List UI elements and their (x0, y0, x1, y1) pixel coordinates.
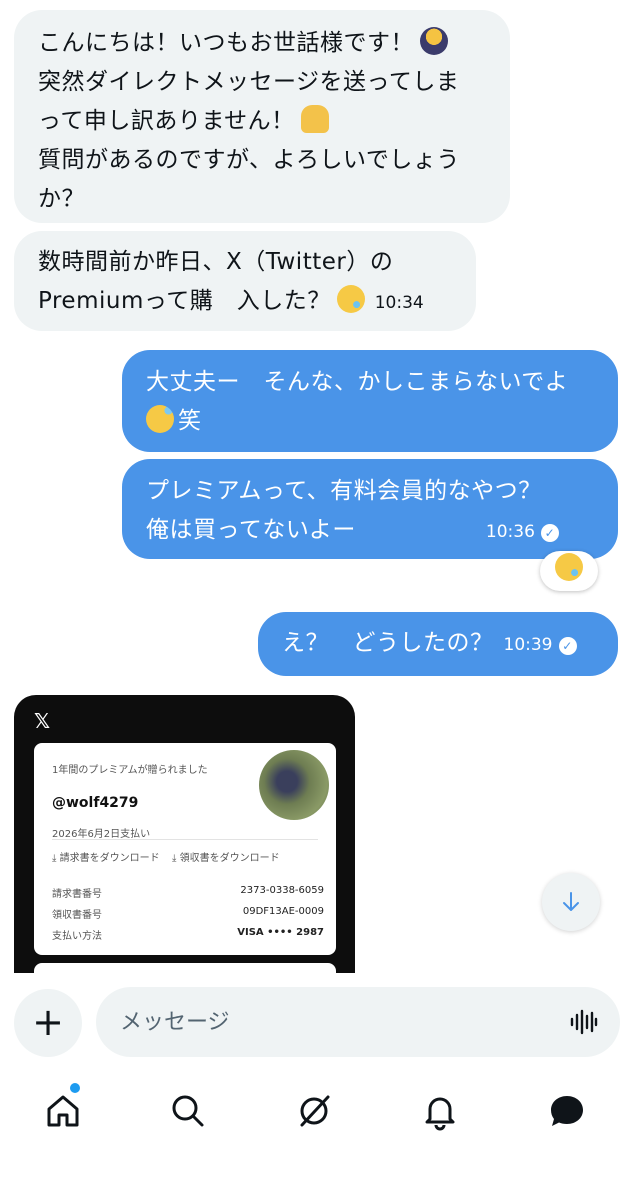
sent-message-bubble[interactable]: 大丈夫ー そんな、かしこまらないでよ 笑 (122, 350, 618, 452)
folded-hands-emoji-icon (300, 105, 329, 133)
message-timestamp: 10:34 (374, 293, 424, 313)
notifications-icon[interactable] (418, 1089, 462, 1133)
download-icon: ⤓ (52, 853, 60, 864)
row-label: 請求書番号 (52, 889, 102, 900)
message-text: 突然ダイレクトメッセージを送ってしま (38, 69, 460, 95)
scroll-to-bottom-button[interactable] (542, 873, 600, 931)
message-text: 笑 (178, 408, 202, 434)
search-icon[interactable] (166, 1089, 210, 1133)
row-value: VISA •••• 2987 (237, 927, 324, 938)
message-text: え？ どうしたの？ (282, 630, 494, 656)
received-message-bubble[interactable]: こんにちは！いつもお世話様です！ 突然ダイレクトメッセージを送ってしま って申し… (14, 10, 510, 223)
read-receipt-icon: ✓ (558, 637, 577, 655)
bowing-person-emoji-icon (420, 27, 448, 55)
row-value: 2373-0338-6059 (240, 885, 324, 896)
message-text: こんにちは！いつもお世話様です！ (38, 30, 414, 56)
new-activity-dot (70, 1083, 80, 1093)
read-receipt-icon: ✓ (540, 524, 559, 542)
row-label: 領収書番号 (52, 910, 102, 921)
message-text: Premiumって購 入した？ (38, 288, 331, 314)
message-text: って申し訳ありません！ (38, 108, 295, 134)
crying-face-emoji-icon (336, 285, 365, 313)
row-label: 支払い方法 (52, 931, 102, 942)
sent-message-bubble[interactable]: え？ どうしたの？ 10:39 ✓ (258, 612, 618, 676)
message-input[interactable] (96, 987, 620, 1057)
gift-text: 1年間のプレミアムが贈られました (52, 765, 208, 776)
add-attachment-button[interactable]: + (14, 989, 82, 1057)
grinning-sweat-emoji-icon (146, 405, 174, 433)
message-text: か？ (38, 186, 85, 212)
receipt-card-next (34, 963, 336, 973)
voice-message-icon[interactable] (570, 1009, 598, 1035)
message-reaction[interactable] (540, 551, 598, 591)
message-composer: + (0, 973, 632, 1069)
home-icon[interactable] (41, 1089, 85, 1133)
shared-image-attachment[interactable]: 𝕏 1年間のプレミアムが贈られました @wolf4279 2026年6月2日支払… (14, 695, 355, 973)
message-text: 数時間前か昨日、X（Twitter）の (38, 249, 394, 275)
message-text: 大丈夫ー そんな、かしこまらないでよ (146, 369, 569, 395)
avatar (259, 750, 329, 820)
download-receipt-link: ⤓ 領収書をダウンロード (172, 853, 280, 864)
grok-icon[interactable] (292, 1089, 336, 1133)
messages-icon[interactable] (545, 1089, 589, 1133)
received-message-bubble[interactable]: 数時間前か昨日、X（Twitter）の Premiumって購 入した？ 10:34 (14, 231, 476, 331)
message-text: 質問があるのですが、よろしいでしょう (38, 147, 460, 173)
message-timestamp: 10:39 (503, 635, 553, 655)
x-logo-icon: 𝕏 (34, 709, 51, 733)
message-text: 俺は買ってないよー (146, 517, 356, 543)
receipt-card: 1年間のプレミアムが贈られました @wolf4279 2026年6月2日支払い … (34, 743, 336, 955)
arrow-down-icon (563, 892, 579, 911)
divider (52, 839, 318, 840)
crying-face-emoji-icon (555, 553, 583, 581)
payment-date: 2026年6月2日支払い (52, 829, 151, 840)
user-handle: @wolf4279 (52, 795, 139, 811)
download-invoice-link: ⤓ 請求書をダウンロード (52, 853, 160, 864)
message-text: プレミアムって、有料会員的なやつ？ (146, 478, 542, 504)
sent-message-bubble[interactable]: プレミアムって、有料会員的なやつ？ 俺は買ってないよー 10:36 ✓ (122, 459, 618, 559)
download-icon: ⤓ (172, 853, 180, 864)
message-timestamp: 10:36 (485, 522, 535, 542)
row-value: 09DF13AE-0009 (242, 906, 324, 917)
bottom-navigation (0, 1069, 632, 1200)
